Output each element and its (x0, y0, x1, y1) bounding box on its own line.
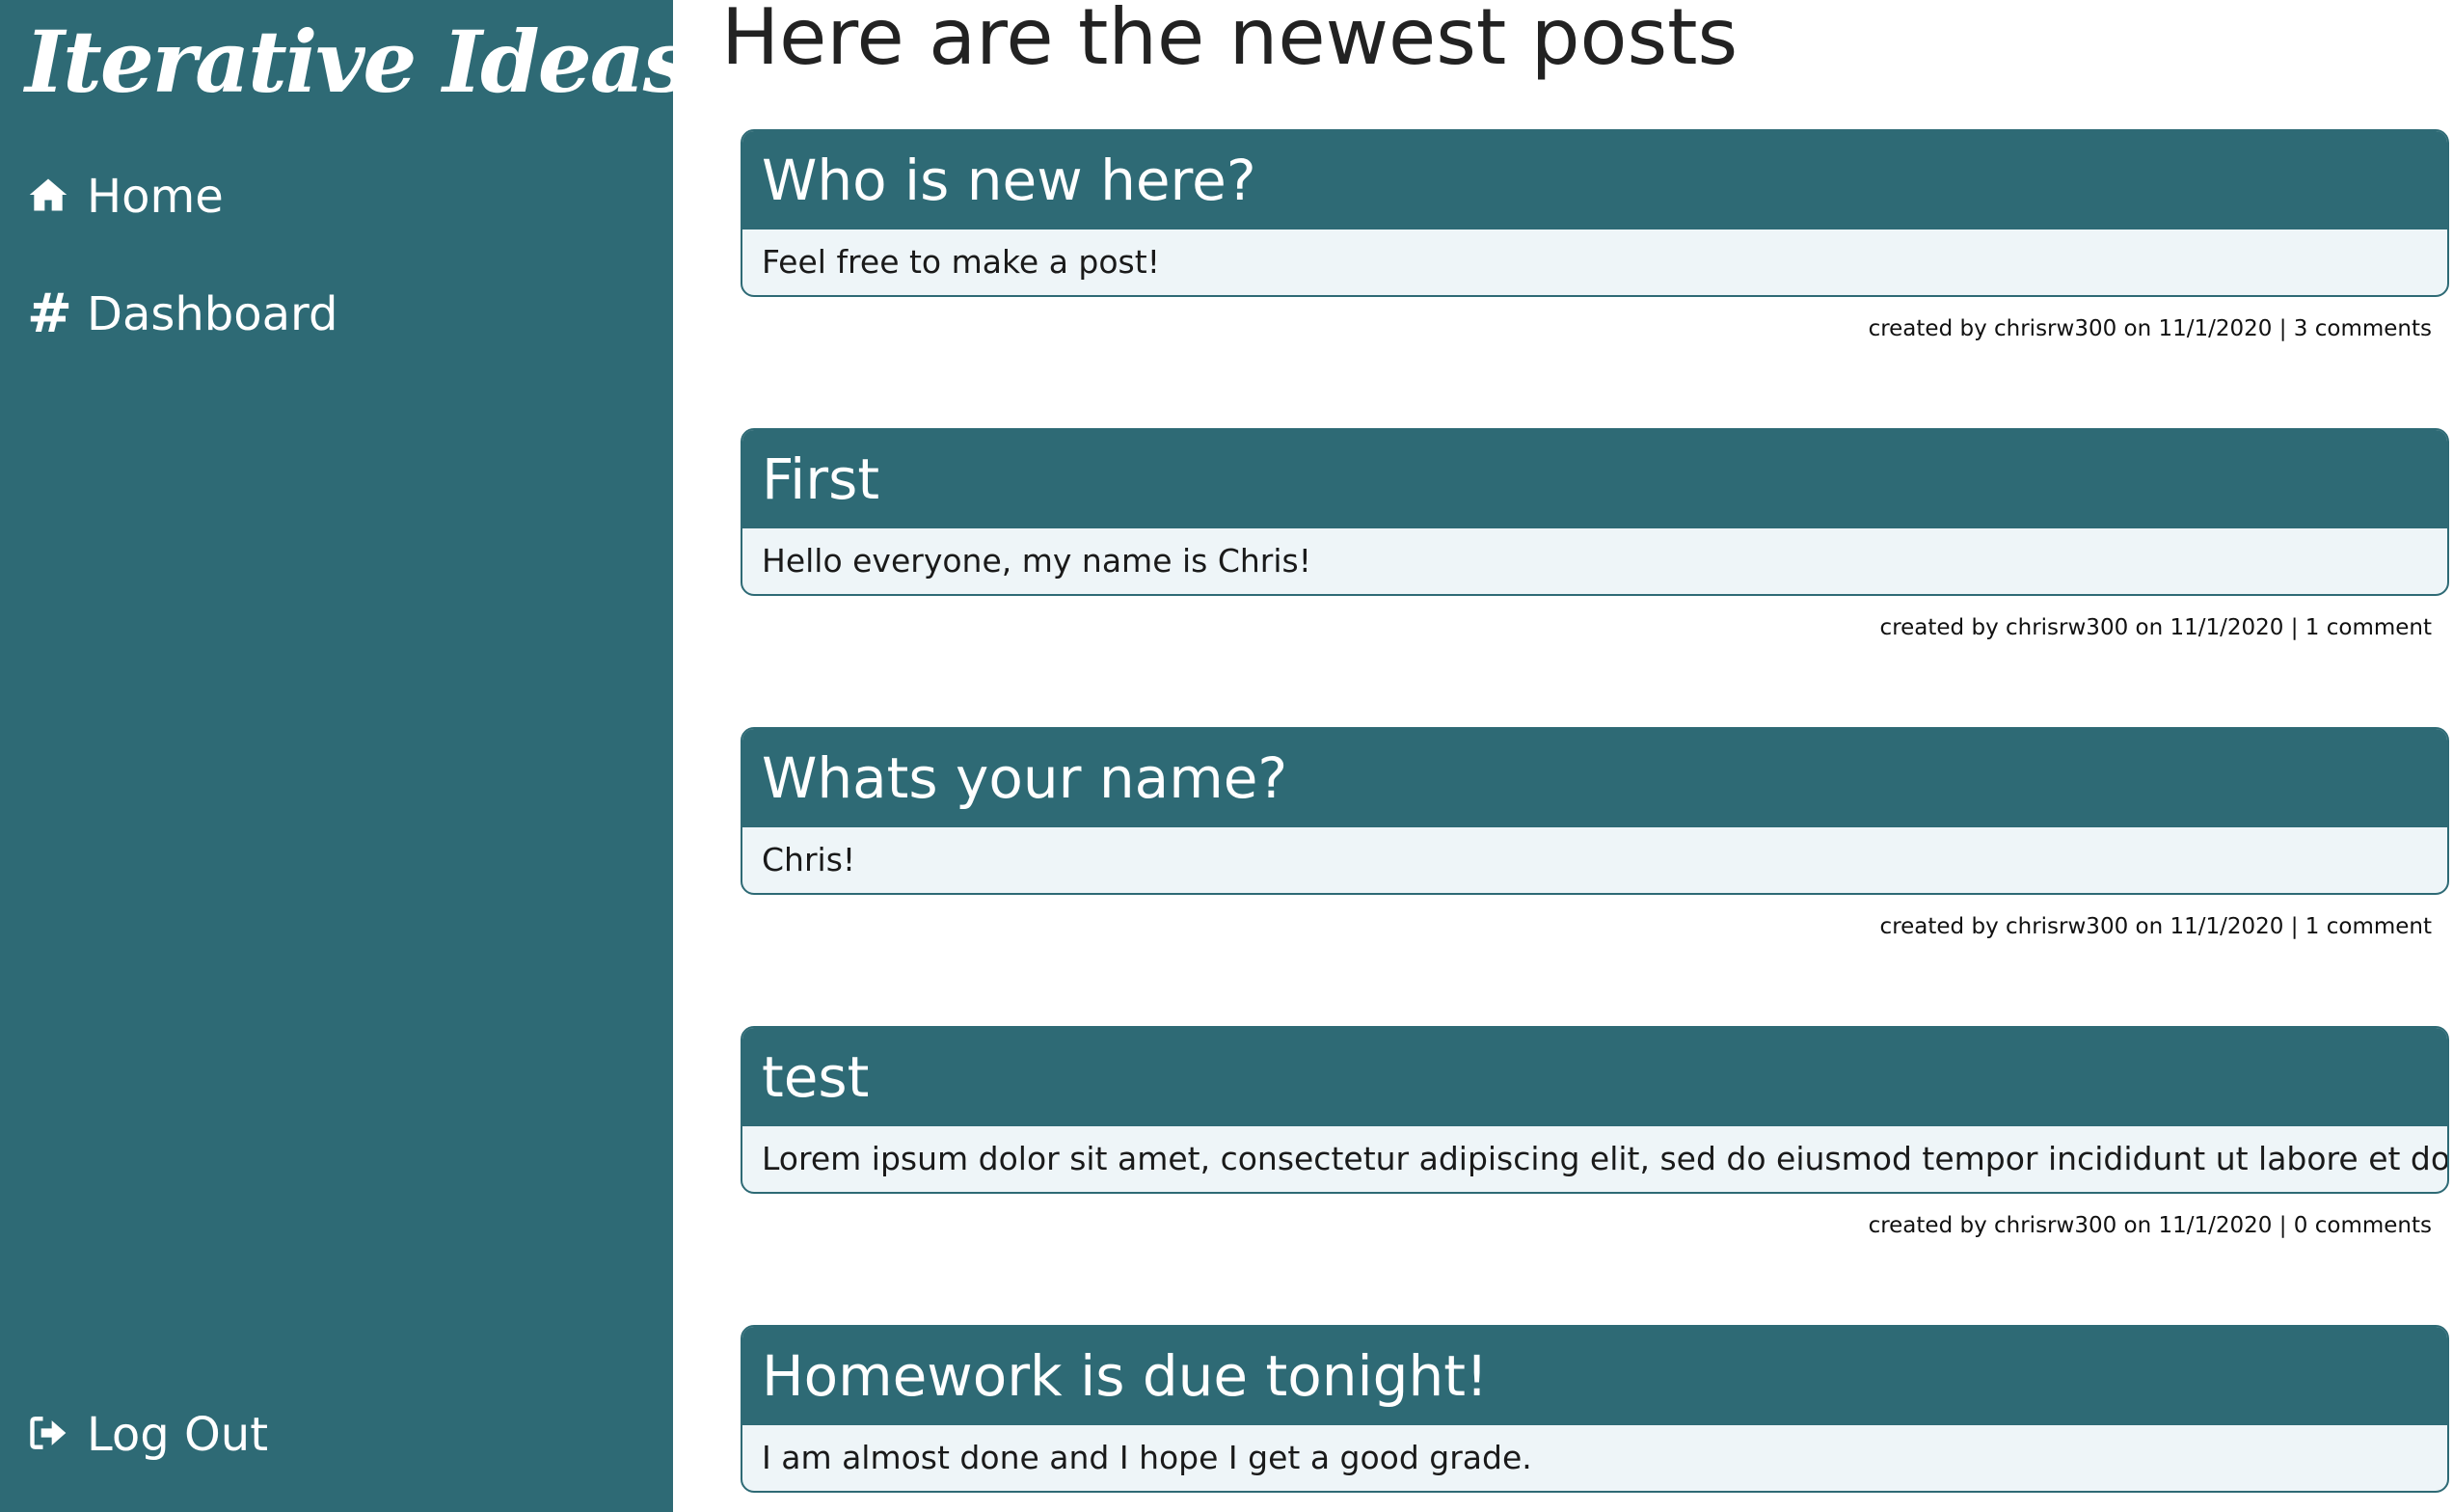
sign-out-icon (27, 1412, 73, 1458)
post-meta: created by chrisrw300 on 11/1/2020 | 1 c… (1879, 914, 2432, 939)
hash-icon: # (27, 283, 72, 345)
post-card-body: Homework is due tonight! I am almost don… (741, 1325, 2449, 1493)
post-card[interactable]: First Hello everyone, my name is Chris! … (741, 428, 2449, 640)
brand-logo[interactable]: Iterative Ideas (25, 6, 690, 118)
page-title: Here are the newest posts (721, 0, 1739, 82)
home-icon (27, 174, 73, 220)
post-body: Chris! (762, 841, 856, 878)
post-title[interactable]: Who is new here? (742, 131, 2447, 230)
sidebar: Iterative Ideas Home # Dashboard Log Out (0, 0, 690, 1512)
nav-logout-link[interactable]: Log Out (27, 1408, 268, 1462)
post-body: Hello everyone, my name is Chris! (762, 542, 1311, 580)
post-card[interactable]: Homework is due tonight! I am almost don… (741, 1325, 2449, 1493)
post-body: Feel free to make a post! (762, 243, 1160, 281)
post-card[interactable]: test Lorem ipsum dolor sit amet, consect… (741, 1026, 2449, 1238)
post-card-body: Who is new here? Feel free to make a pos… (741, 129, 2449, 297)
nav-dashboard-label: Dashboard (87, 287, 338, 341)
post-card-body: test Lorem ipsum dolor sit amet, consect… (741, 1026, 2449, 1194)
post-body: Lorem ipsum dolor sit amet, consectetur … (762, 1140, 2449, 1177)
nav-home-link[interactable]: Home (27, 170, 224, 224)
post-body: I am almost done and I hope I get a good… (762, 1439, 1532, 1476)
nav-logout-label: Log Out (87, 1408, 269, 1462)
post-card[interactable]: Who is new here? Feel free to make a pos… (741, 129, 2449, 341)
post-meta: created by chrisrw300 on 11/1/2020 | 0 c… (1868, 1213, 2432, 1238)
nav-dashboard-link[interactable]: # Dashboard (27, 283, 338, 345)
post-title[interactable]: test (742, 1028, 2447, 1126)
post-card-body: First Hello everyone, my name is Chris! (741, 428, 2449, 596)
post-title[interactable]: Homework is due tonight! (742, 1327, 2447, 1425)
post-meta: created by chrisrw300 on 11/1/2020 | 3 c… (1868, 316, 2432, 341)
post-card[interactable]: Whats your name? Chris! created by chris… (741, 727, 2449, 939)
post-title[interactable]: First (742, 430, 2447, 528)
post-title[interactable]: Whats your name? (742, 729, 2447, 827)
nav-home-label: Home (87, 170, 224, 224)
post-meta: created by chrisrw300 on 11/1/2020 | 1 c… (1879, 615, 2432, 640)
post-card-body: Whats your name? Chris! (741, 727, 2449, 895)
